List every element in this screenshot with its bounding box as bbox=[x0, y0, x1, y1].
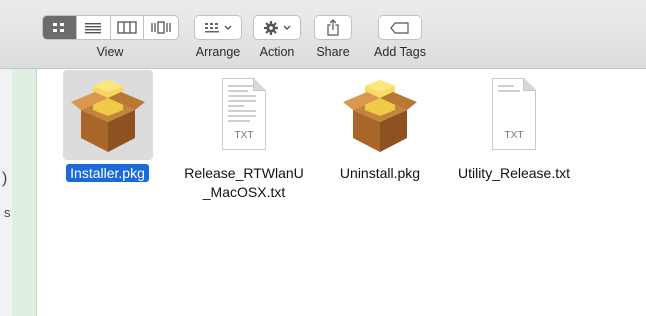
view-mode-segmented-control bbox=[42, 15, 179, 40]
sidebar-partial-glyph: s bbox=[4, 205, 11, 220]
icon-view-button[interactable] bbox=[43, 16, 77, 39]
chevron-down-icon bbox=[224, 25, 232, 30]
txt-tag-label: TXT bbox=[234, 130, 254, 141]
share-label: Share bbox=[316, 45, 350, 59]
share-button[interactable] bbox=[314, 15, 352, 40]
file-item-installer-pkg[interactable]: Installer.pkg bbox=[55, 70, 160, 183]
text-document-icon: TXT bbox=[492, 78, 536, 150]
file-name-label: _MacOSX.txt bbox=[202, 184, 286, 200]
gear-icon bbox=[264, 20, 278, 35]
cover-flow-icon bbox=[151, 21, 171, 34]
document-icon-box: TXT bbox=[469, 70, 559, 160]
cover-flow-button[interactable] bbox=[144, 16, 178, 39]
action-button[interactable] bbox=[253, 15, 301, 40]
txt-tag-label: TXT bbox=[504, 130, 524, 141]
arrange-button[interactable] bbox=[194, 15, 242, 40]
text-document-icon: TXT bbox=[222, 78, 266, 150]
arrange-grid-icon bbox=[205, 22, 219, 32]
package-icon bbox=[343, 80, 417, 152]
package-icon bbox=[70, 80, 145, 152]
package-icon-box bbox=[335, 70, 425, 160]
package-icon-box bbox=[62, 70, 153, 160]
action-label: Action bbox=[259, 45, 295, 59]
file-name-label: Uninstall.pkg bbox=[339, 165, 421, 181]
column-view-icon bbox=[117, 21, 137, 34]
column-view-button[interactable] bbox=[111, 16, 145, 39]
tag-icon bbox=[390, 21, 409, 34]
share-icon bbox=[327, 19, 339, 36]
document-icon-box: TXT bbox=[199, 70, 289, 160]
file-item-utility-release-txt[interactable]: TXT Utility_Release.txt bbox=[448, 70, 580, 183]
icon-view-icon bbox=[53, 22, 65, 32]
sidebar-partial-glyph: ) bbox=[2, 170, 8, 187]
add-tags-button[interactable] bbox=[378, 15, 422, 40]
list-view-icon bbox=[85, 22, 102, 33]
sidebar bbox=[12, 69, 37, 316]
add-tags-label: Add Tags bbox=[374, 45, 426, 59]
file-name-label: Utility_Release.txt bbox=[457, 165, 571, 181]
file-name-label: Installer.pkg bbox=[66, 164, 149, 182]
chevron-down-icon bbox=[283, 25, 291, 30]
file-name-label: Release_RTWlanU bbox=[184, 165, 304, 181]
finder-toolbar: View Arrange Action Share Add Tags bbox=[0, 0, 646, 69]
arrange-label: Arrange bbox=[195, 45, 241, 59]
file-item-uninstall-pkg[interactable]: Uninstall.pkg bbox=[330, 70, 430, 183]
window-edge bbox=[0, 69, 12, 316]
view-label: View bbox=[96, 45, 124, 59]
list-view-button[interactable] bbox=[77, 16, 111, 39]
file-item-release-txt[interactable]: TXT Release_RTWlanU _MacOSX.txt bbox=[177, 70, 311, 202]
